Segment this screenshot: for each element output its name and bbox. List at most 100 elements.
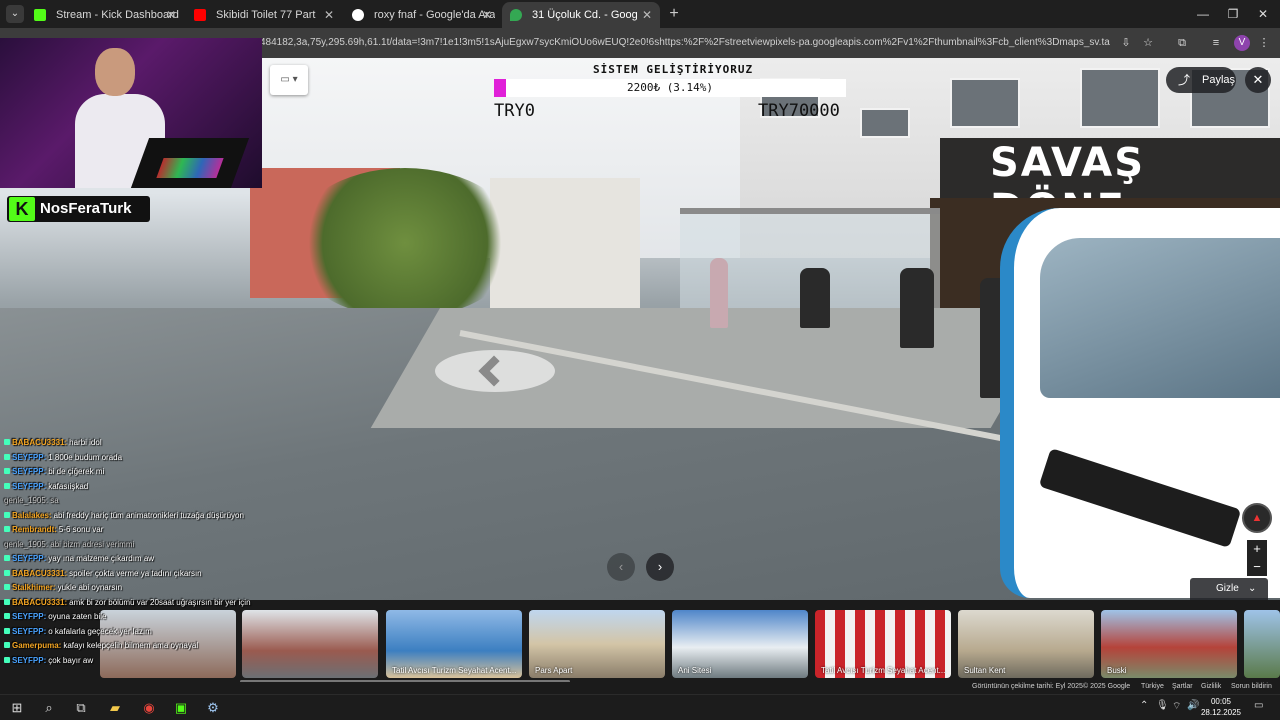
previous-photo-button[interactable]: ‹ xyxy=(607,553,635,581)
clock-date: 28.12.2025 xyxy=(1200,708,1242,717)
terms-link[interactable]: Şartlar xyxy=(1172,683,1193,690)
photo-thumbnail[interactable]: Tatil Avcısı Turizm Seyahat Acent... xyxy=(386,610,522,678)
close-street-view-button[interactable]: ✕ xyxy=(1245,67,1271,93)
search-icon[interactable]: ⌕ xyxy=(38,698,60,718)
steam-icon[interactable]: ⚙ xyxy=(202,698,224,718)
chat-text: 5-6 sonu var xyxy=(58,525,104,534)
photo-thumbnail[interactable]: Pars Apart xyxy=(529,610,665,678)
chat-username: BABACU3331: xyxy=(12,597,68,607)
hide-label: Gizle xyxy=(1216,583,1239,594)
tab-close-icon[interactable]: ✕ xyxy=(166,2,176,28)
close-window-icon[interactable]: ✕ xyxy=(1248,4,1278,24)
zoom-in-button[interactable]: + xyxy=(1247,540,1267,558)
extensions-icon[interactable]: ⧉ xyxy=(1174,35,1190,51)
windows-start-icon[interactable]: ⊞ xyxy=(6,698,28,718)
task-view-icon[interactable]: ⧉ xyxy=(70,698,92,718)
restore-icon[interactable]: ❐ xyxy=(1218,4,1248,24)
chat-text: oyuna zaten bile xyxy=(48,612,107,621)
chat-badge-icon xyxy=(4,511,10,518)
taskbar-clock[interactable]: 00:05 28.12.2025 xyxy=(1196,696,1246,718)
tab-close-icon[interactable]: ✕ xyxy=(324,2,334,28)
chat-message: SEYFPP: oyuna zaten bile xyxy=(4,612,107,621)
tab-youtube-skibidi[interactable]: Skibidi Toilet 77 Part 3 | Dy ✕ xyxy=(186,2,342,28)
tab-google-maps[interactable]: 31 Üçoluk Cd. - Google Haritala ✕ xyxy=(502,2,660,28)
hide-thumbnails-button[interactable]: Gizle ⌄ xyxy=(1190,578,1268,600)
clock-time: 00:05 xyxy=(1210,697,1232,706)
donation-goal-title: SİSTEM GELİŞTİRİYORUZ xyxy=(593,63,754,76)
region-link[interactable]: Türkiye xyxy=(1141,683,1164,690)
privacy-link[interactable]: Gizlilik xyxy=(1201,683,1221,690)
chat-message: SEYFPP: o kafalarla geçecek yer lazım xyxy=(4,627,152,636)
streamer-name: NosFeraTurk xyxy=(40,200,132,217)
chat-badge-icon xyxy=(4,598,10,605)
webcam-overlay xyxy=(0,38,262,188)
chat-message: Balalakes: abi freddy hariç tüm animatron… xyxy=(4,511,244,520)
chrome-icon[interactable]: ◉ xyxy=(138,698,160,718)
chat-text: genle_1905: abi bizm adresi verimmi xyxy=(4,539,135,549)
tab-close-icon[interactable]: ✕ xyxy=(482,2,492,28)
rgb-keyboard xyxy=(156,158,224,178)
new-tab-button[interactable]: + xyxy=(664,4,684,24)
tab-label: Skibidi Toilet 77 Part 3 | Dy xyxy=(216,9,316,21)
photo-thumbnail[interactable]: Buski xyxy=(1101,610,1237,678)
youtube-favicon-icon xyxy=(194,9,206,21)
url-field[interactable]: 484182,3a,75y,295.69h,61.1t/data=!3m7!1e… xyxy=(260,32,1110,54)
tab-label: roxy fnaf - Google'da Ara xyxy=(374,9,496,21)
chat-badge-icon xyxy=(4,627,10,634)
notifications-icon[interactable]: ▭ xyxy=(1254,700,1263,711)
microphone-icon[interactable]: 🎙 xyxy=(1156,700,1169,711)
tab-kick-dashboard[interactable]: Stream - Kick Dashboard ✕ xyxy=(26,2,184,28)
chat-overlay: BABACU3331: harbi idol SEYFPP: 1 800e budum… xyxy=(0,438,300,688)
chat-message: Rembrandt: 5-6 sonu var xyxy=(4,525,103,534)
capture-date: Görüntünün çekilme tarihi: Eyl 2025 xyxy=(972,683,1083,690)
chat-badge-icon xyxy=(4,642,10,648)
compass-icon[interactable]: ▲ xyxy=(1242,503,1272,533)
chat-message: Stalkhimer: yukle abi oynarsın xyxy=(4,583,122,592)
photo-thumbnail[interactable] xyxy=(1244,610,1280,678)
file-explorer-icon[interactable]: ▰ xyxy=(104,698,126,718)
network-icon[interactable]: ⌔ xyxy=(1172,700,1181,713)
move-forward-arrow[interactable] xyxy=(435,350,555,392)
media-control-icon[interactable]: ≡ xyxy=(1208,35,1224,51)
streamer-face xyxy=(95,48,135,96)
next-photo-button[interactable]: › xyxy=(646,553,674,581)
zoom-out-button[interactable]: − xyxy=(1247,558,1267,576)
tab-search-menu-icon[interactable]: ⌄ xyxy=(6,5,24,23)
person xyxy=(800,268,830,328)
chat-username: SEYFPP: xyxy=(12,467,47,476)
chat-message: SEYFPP: çok bayır aw xyxy=(4,656,93,665)
chat-text: amk bi zor bölümü var 20saat uğraşırsın … xyxy=(69,597,251,607)
photo-thumbnail[interactable]: Ani Sitesi xyxy=(672,610,808,678)
tab-google-search[interactable]: roxy fnaf - Google'da Ara ✕ xyxy=(344,2,500,28)
streamer-badge: K NosFeraTurk xyxy=(7,196,150,222)
photo-thumbnail[interactable]: Tatil Avcısı Turizm Seyahat Acent... xyxy=(815,610,951,678)
chat-message: BABACU3331: harbi idol xyxy=(4,438,102,447)
report-link[interactable]: Sorun bildirin xyxy=(1231,683,1272,690)
chat-text: çok bayır aw xyxy=(48,655,94,665)
tab-close-icon[interactable]: ✕ xyxy=(642,2,652,28)
kick-favicon-icon xyxy=(34,9,46,21)
tab-label: Stream - Kick Dashboard xyxy=(56,9,179,21)
chat-username: SEYFPP: xyxy=(12,626,47,636)
profile-avatar[interactable]: V xyxy=(1234,35,1250,51)
kick-app-icon[interactable]: ▣ xyxy=(170,698,192,718)
chat-message: genle_1905: abi bizm adresi verimmi xyxy=(4,540,134,549)
chat-text: spoiler çokta verme ya tadını çıkarsın xyxy=(69,568,202,578)
donation-goal-min: TRY0 xyxy=(494,101,535,121)
chat-text: yukle abi oynarsın xyxy=(57,583,123,592)
minibus-windshield xyxy=(1040,238,1280,398)
chat-message: SEYFPP: bi de çiğerek mi xyxy=(4,467,104,476)
bookmark-star-icon[interactable]: ☆ xyxy=(1140,35,1156,51)
minimize-icon[interactable]: — xyxy=(1188,4,1218,24)
photo-thumbnail[interactable]: Sultan Kent xyxy=(958,610,1094,678)
tray-chevron-icon[interactable]: ⌃ xyxy=(1140,700,1148,711)
tab-label: 31 Üçoluk Cd. - Google Haritala xyxy=(532,9,638,21)
install-app-icon[interactable]: ⇩ xyxy=(1118,35,1134,51)
arrow-icon xyxy=(478,355,510,387)
browser-menu-icon[interactable]: ⋮ xyxy=(1256,35,1272,51)
chat-username: Balalakes: xyxy=(12,510,52,520)
chat-text: 1 800e budum orada xyxy=(48,452,123,462)
keyboard-shortcuts-button[interactable]: ▭ ▾ xyxy=(270,65,308,95)
chat-text: yay ına malzeme çıkardım aw xyxy=(48,554,155,563)
share-button[interactable]: ⤴ Paylaş xyxy=(1166,67,1236,93)
